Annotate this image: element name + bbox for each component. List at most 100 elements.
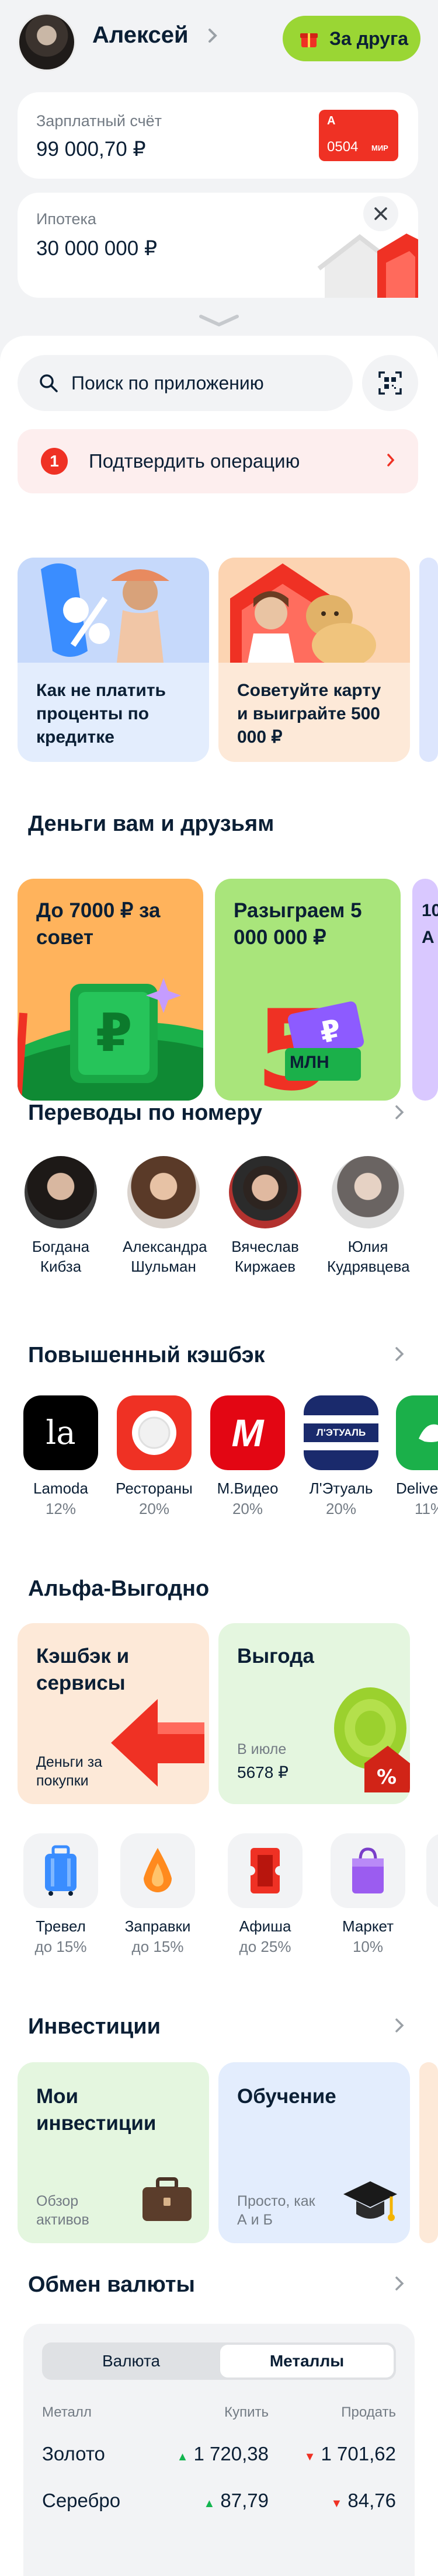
chevron-right-icon[interactable]: [395, 1346, 404, 1362]
chevron-right-icon[interactable]: [395, 2276, 404, 2291]
arrow-down-icon: ▼: [304, 2450, 316, 2463]
promo-text: Как не платить проценты по кредитке: [36, 681, 166, 747]
chevron-right-icon[interactable]: [395, 2018, 404, 2033]
suitcase-icon: [23, 1833, 98, 1908]
invite-friend-button[interactable]: За друга: [283, 16, 420, 61]
alfa-item-name: Тревел: [36, 1917, 86, 1935]
notification-badge: 1: [41, 448, 68, 475]
arrow-up-icon: ▲: [203, 2497, 215, 2510]
user-name[interactable]: Алексей: [92, 22, 189, 48]
alfa-card-value: 5678 ₽: [237, 1763, 288, 1781]
money-card-partial[interactable]: 10 А: [412, 879, 438, 1101]
cashback-name: Lamoda: [33, 1480, 88, 1497]
alfa-item-percent: 10%: [352, 1938, 384, 1955]
alfa-item-name: Маркет: [342, 1917, 394, 1935]
fx-header-metal: Металл: [42, 2404, 92, 2420]
invest-card-learning[interactable]: Обучение Просто, как А и Б: [218, 2062, 410, 2243]
expand-chevron-icon[interactable]: [199, 314, 239, 327]
money-card-text: 10 А: [422, 901, 438, 947]
alfa-card-subtitle: Деньги за покупки: [36, 1754, 103, 1789]
cashback-name: Л'Этуаль: [309, 1480, 373, 1497]
cashback-item-lamoda[interactable]: la Lamoda 12%: [20, 1395, 102, 1519]
shopping-bag-icon: [331, 1833, 405, 1908]
mortgage-label: Ипотека: [36, 210, 96, 228]
invest-card-more[interactable]: [419, 2062, 438, 2243]
alfa-item-travel[interactable]: Тревел до 15%: [20, 1833, 102, 1957]
promo-card-referral[interactable]: Советуйте карту и выиграйте 500 000 ₽: [218, 558, 410, 762]
contact-last-name: Шульман: [131, 1258, 196, 1275]
arrow-illustration-icon: [111, 1687, 209, 1798]
tab-currency[interactable]: Валюта: [44, 2345, 218, 2377]
ruble-gift-illustration-icon: ₽: [18, 960, 203, 1101]
fx-row-sell: ▼ 84,76: [331, 2490, 396, 2511]
mortgage-balance: 30 000 000 ₽: [36, 237, 158, 260]
cashback-percent: 20%: [138, 1500, 170, 1517]
contact-item[interactable]: Богдана Кибза: [20, 1156, 102, 1276]
user-avatar[interactable]: [18, 13, 76, 71]
fuel-drop-icon: [120, 1833, 195, 1908]
cashback-percent: 20%: [325, 1500, 357, 1517]
cashback-item-restaurants[interactable]: Рестораны 20%: [113, 1395, 195, 1519]
chevron-right-icon: [208, 28, 217, 43]
tab-metals[interactable]: Металлы: [220, 2345, 394, 2377]
money-card-text: До 7000 ₽ за совет: [36, 899, 161, 949]
account-balance: 99 000,70 ₽: [36, 138, 146, 161]
target-illustration-icon: %: [329, 1676, 410, 1792]
close-icon: [374, 207, 387, 220]
section-title-alfa: Альфа-Выгодно: [28, 1576, 210, 1601]
invest-card-my[interactable]: Мои инвестиции Обзор активов: [18, 2062, 209, 2243]
confirm-operation-banner[interactable]: 1 Подтвердить операцию: [18, 429, 418, 493]
money-card-advice[interactable]: До 7000 ₽ за совет ₽: [18, 879, 203, 1101]
alfa-item-market[interactable]: Маркет 10%: [327, 1833, 409, 1957]
contact-item[interactable]: Юлия Кудрявцева: [327, 1156, 410, 1276]
five-million-illustration-icon: 5 ₽: [221, 984, 396, 1101]
section-title-fx: Обмен валюты: [28, 2272, 195, 2297]
letual-logo-icon: Л'ЭТУАЛЬ: [304, 1395, 378, 1470]
svg-text:%: %: [377, 1766, 397, 1789]
alfa-item-afisha[interactable]: Афиша до 25%: [224, 1833, 306, 1957]
cashback-item-letual[interactable]: Л'ЭТУАЛЬ Л'Этуаль 20%: [300, 1395, 382, 1519]
cashback-percent: 12%: [45, 1500, 77, 1517]
contact-item[interactable]: Александра Шульман: [123, 1156, 207, 1276]
contact-avatar: [332, 1156, 404, 1228]
alfa-card-title: Выгода: [237, 1645, 314, 1668]
graduation-cap-icon: [341, 2177, 399, 2229]
section-title-transfers: Переводы по номеру: [28, 1101, 262, 1125]
promo-card-credit[interactable]: Как не платить проценты по кредитке: [18, 558, 209, 762]
cashback-item-mvideo[interactable]: М М.Видео 20%: [207, 1395, 288, 1519]
alfa-item-fuel[interactable]: Заправки до 15%: [117, 1833, 199, 1957]
account-label: Зарплатный счёт: [36, 112, 162, 130]
alfa-item-more[interactable]: [426, 1833, 438, 1908]
lamoda-logo-icon: la: [23, 1395, 98, 1470]
money-card-text: Разыграем 5 000 000 ₽: [234, 899, 362, 949]
chevron-right-icon[interactable]: [395, 1105, 404, 1120]
invest-card-title: Обучение: [237, 2085, 336, 2108]
alfa-item-percent: до 15%: [131, 1938, 184, 1955]
close-button[interactable]: [363, 196, 398, 231]
cashback-name: Рестораны: [116, 1480, 193, 1497]
contact-avatar: [25, 1156, 97, 1228]
chevron-right-icon: [387, 452, 395, 468]
alfa-item-percent: до 25%: [239, 1938, 291, 1955]
alfa-card-cashback[interactable]: Кэшбэк и сервисы Деньги за покупки: [18, 1623, 209, 1804]
mortgage-card[interactable]: Ипотека 30 000 000 ₽: [18, 193, 418, 298]
bank-card-thumbnail[interactable]: А 0504 МИР: [319, 110, 398, 161]
promo-card-more[interactable]: [419, 558, 438, 762]
qr-scan-button[interactable]: [362, 355, 418, 411]
search-bar[interactable]: Поиск по приложению: [18, 355, 353, 411]
search-placeholder: Поиск по приложению: [71, 372, 264, 394]
search-icon: [40, 374, 58, 392]
contact-first-name: Юлия: [347, 1238, 388, 1255]
cashback-percent: 11%: [415, 1500, 438, 1517]
cashback-item-delivery[interactable]: Deliver 11%: [394, 1395, 438, 1519]
contact-last-name: Киржаев: [234, 1258, 296, 1275]
contact-item[interactable]: Вячеслав Киржаев: [224, 1156, 306, 1276]
contact-avatar: [229, 1156, 301, 1228]
alfa-card-benefit[interactable]: Выгода В июле 5678 ₽ %: [218, 1623, 410, 1804]
fx-row-buy: ▲ 1 720,38: [176, 2443, 269, 2464]
alfa-item-percent: до 15%: [34, 1938, 87, 1955]
fx-header-buy: Купить: [224, 2404, 269, 2420]
money-card-draw[interactable]: Разыграем 5 000 000 ₽ 5 ₽ МЛН: [215, 879, 401, 1101]
mvideo-logo-icon: М: [210, 1395, 285, 1470]
alfa-logo-icon: А: [327, 114, 336, 127]
